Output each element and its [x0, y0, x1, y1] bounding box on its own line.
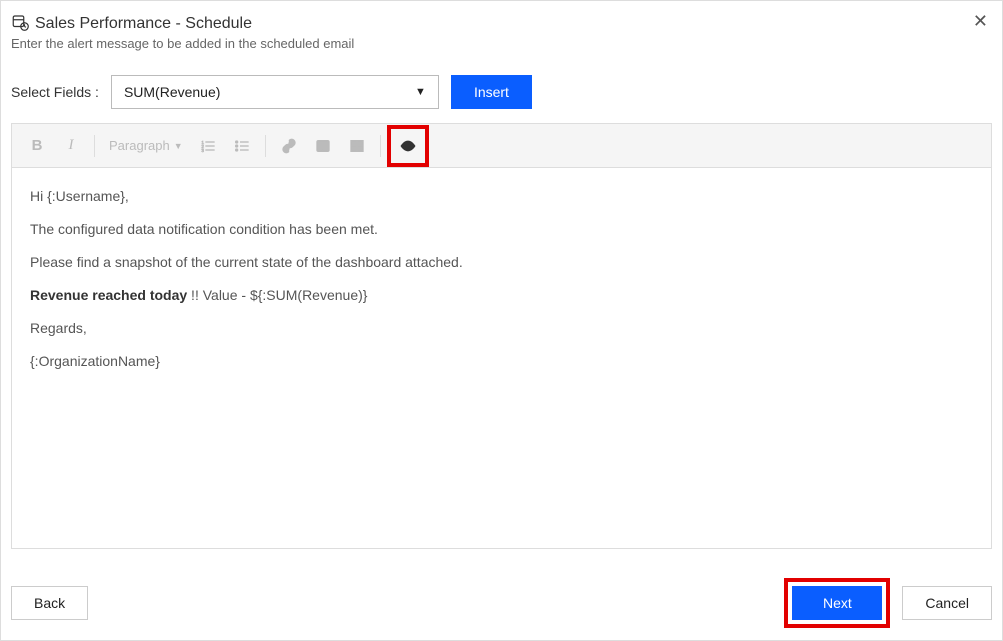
editor-toolbar: B I Paragraph ▼ 123: [12, 124, 991, 168]
bold-button[interactable]: B: [22, 131, 52, 161]
preview-button[interactable]: [393, 131, 423, 161]
dialog-footer: Back Next Cancel: [11, 578, 992, 628]
chevron-down-icon: ▼: [174, 141, 183, 151]
unordered-list-button[interactable]: [227, 131, 257, 161]
preview-highlight: [387, 125, 429, 167]
cancel-button[interactable]: Cancel: [902, 586, 992, 620]
svg-text:3: 3: [201, 148, 204, 153]
paragraph-style-dropdown[interactable]: Paragraph ▼: [103, 131, 189, 161]
schedule-dialog: ✕ Sales Performance - Schedule Enter the…: [0, 0, 1003, 641]
dialog-title: Sales Performance - Schedule: [35, 15, 252, 33]
select-fields-value: SUM(Revenue): [124, 84, 220, 100]
message-line: Revenue reached today !! Value - ${:SUM(…: [30, 285, 973, 306]
image-button[interactable]: [308, 131, 338, 161]
field-insert-row: Select Fields : SUM(Revenue) ▼ Insert: [11, 75, 992, 109]
select-fields-label: Select Fields :: [11, 84, 99, 100]
toolbar-separator: [265, 135, 266, 157]
calendar-clock-icon: [11, 13, 29, 34]
message-line: The configured data notification conditi…: [30, 219, 973, 240]
toolbar-separator: [380, 135, 381, 157]
back-button[interactable]: Back: [11, 586, 88, 620]
chevron-down-icon: ▼: [415, 86, 426, 98]
message-line: {:OrganizationName}: [30, 351, 973, 372]
message-rest: !! Value - ${:SUM(Revenue)}: [187, 287, 367, 303]
ordered-list-button[interactable]: 123: [193, 131, 223, 161]
message-bold: Revenue reached today: [30, 287, 187, 303]
message-line: Please find a snapshot of the current st…: [30, 252, 973, 273]
message-line: Regards,: [30, 318, 973, 339]
message-line: Hi {:Username},: [30, 186, 973, 207]
dialog-header: Sales Performance - Schedule: [11, 13, 992, 34]
toolbar-separator: [94, 135, 95, 157]
select-fields-dropdown[interactable]: SUM(Revenue) ▼: [111, 75, 439, 109]
dialog-subtitle: Enter the alert message to be added in t…: [11, 36, 992, 51]
italic-button[interactable]: I: [56, 131, 86, 161]
insert-button[interactable]: Insert: [451, 75, 532, 109]
next-button[interactable]: Next: [792, 586, 882, 620]
paragraph-style-label: Paragraph: [109, 138, 170, 153]
editor-content[interactable]: Hi {:Username}, The configured data noti…: [12, 168, 991, 548]
next-highlight: Next: [784, 578, 890, 628]
close-icon[interactable]: ✕: [973, 11, 988, 32]
rich-text-editor: B I Paragraph ▼ 123: [11, 123, 992, 549]
link-button[interactable]: [274, 131, 304, 161]
table-button[interactable]: [342, 131, 372, 161]
